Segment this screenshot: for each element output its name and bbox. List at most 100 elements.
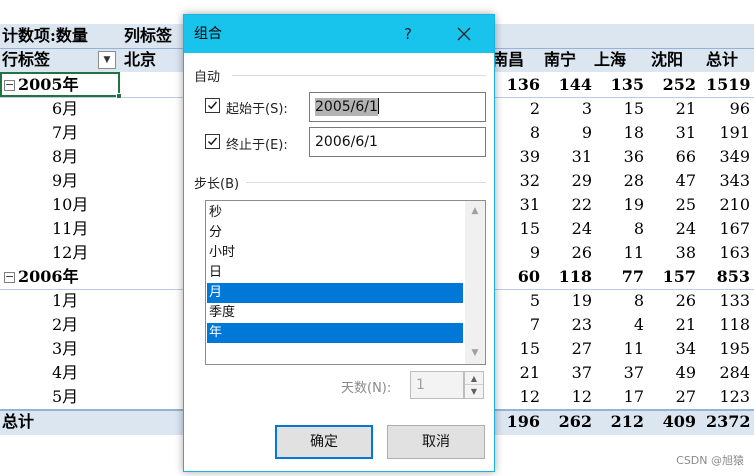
listbox-scrollbar[interactable]: ▲ ▼ <box>465 201 485 364</box>
dialog-title: 组合 <box>194 26 222 42</box>
cancel-button[interactable]: 取消 <box>387 425 485 459</box>
month-label: 9月 <box>52 171 79 190</box>
step-option[interactable]: 日 <box>207 263 463 283</box>
month-value: 66 <box>675 147 696 166</box>
start-input[interactable]: 2005/6/1 <box>309 92 486 122</box>
month-value: 26 <box>571 243 592 262</box>
month-value: 96 <box>729 99 750 118</box>
month-value: 12 <box>519 387 540 406</box>
month-value: 27 <box>675 387 696 406</box>
city-header: 南昌 <box>492 50 525 69</box>
year-total-value: 77 <box>621 267 644 286</box>
ok-button[interactable]: 确定 <box>275 425 373 459</box>
month-value: 12 <box>571 387 592 406</box>
month-label: 12月 <box>52 243 89 262</box>
year-total-value: 144 <box>558 75 592 94</box>
step-option[interactable]: 分 <box>207 223 463 243</box>
grand-total-value: 212 <box>610 412 644 431</box>
month-value: 5 <box>529 291 540 310</box>
text-caret <box>377 98 379 114</box>
month-value: 38 <box>675 243 696 262</box>
year-total-value: 1519 <box>706 75 751 94</box>
month-value: 18 <box>623 123 644 142</box>
scroll-up-icon[interactable]: ▲ <box>469 206 481 216</box>
month-value: 23 <box>571 315 592 334</box>
month-value: 34 <box>675 339 696 358</box>
month-value: 11 <box>623 339 644 358</box>
collapse-minus-icon[interactable]: − <box>4 271 15 283</box>
month-value: 28 <box>623 171 644 190</box>
month-value: 8 <box>633 291 644 310</box>
fill-handle[interactable] <box>116 93 122 99</box>
spin-down-icon[interactable]: ▼ <box>465 385 483 398</box>
month-value: 21 <box>519 363 540 382</box>
month-value: 11 <box>623 243 644 262</box>
month-value: 343 <box>719 171 750 190</box>
year-total-value: 136 <box>506 75 540 94</box>
month-value: 17 <box>623 387 644 406</box>
auto-section-divider <box>232 75 486 76</box>
year-total-value: 135 <box>610 75 644 94</box>
grand-total-value: 262 <box>558 412 592 431</box>
city-header: 沈阳 <box>651 50 684 69</box>
month-value: 19 <box>623 195 644 214</box>
step-option[interactable]: 小时 <box>207 243 463 263</box>
grand-total-label: 总计 <box>2 412 35 431</box>
scroll-down-icon[interactable]: ▼ <box>469 348 481 358</box>
auto-section-label: 自动 <box>194 70 221 85</box>
month-value: 29 <box>571 171 592 190</box>
year-total-value: 118 <box>558 267 592 286</box>
year-label: 2006年 <box>18 267 79 286</box>
step-section-divider <box>246 182 486 183</box>
column-labels-header[interactable]: 列标签 <box>124 24 172 48</box>
step-option[interactable]: 季度 <box>207 303 463 323</box>
active-cell-selection <box>0 72 120 97</box>
step-option[interactable]: 月 <box>207 283 463 303</box>
month-label: 2月 <box>52 315 79 334</box>
row-filter-dropdown-icon[interactable]: ▼ <box>98 51 116 69</box>
row-labels-header[interactable]: 行标签 <box>2 48 50 72</box>
end-value: 2006/6/1 <box>315 134 378 150</box>
month-value: 349 <box>719 147 750 166</box>
month-value: 7 <box>529 315 540 334</box>
city-header-total: 总计 <box>706 50 739 69</box>
dialog-titlebar[interactable]: 组合 ? <box>184 15 494 53</box>
month-value: 36 <box>623 147 644 166</box>
month-value: 210 <box>719 195 750 214</box>
year-total-value: 853 <box>716 267 750 286</box>
step-section-label: 步长(B) <box>194 177 240 192</box>
help-button[interactable]: ? <box>388 15 428 53</box>
month-value: 8 <box>633 219 644 238</box>
month-value: 195 <box>719 339 750 358</box>
step-option[interactable]: 秒 <box>207 203 463 223</box>
start-value: 2005/6/1 <box>315 98 378 116</box>
step-option[interactable]: 年 <box>207 323 463 343</box>
month-value: 24 <box>571 219 592 238</box>
month-value: 21 <box>675 99 696 118</box>
days-spinner[interactable]: ▲ ▼ <box>464 371 484 399</box>
spin-up-icon[interactable]: ▲ <box>465 372 483 385</box>
grand-total-value: 196 <box>506 412 540 431</box>
month-value: 123 <box>719 387 750 406</box>
days-input[interactable]: 1 <box>410 371 464 399</box>
end-checkbox[interactable] <box>205 134 220 149</box>
month-value: 191 <box>719 123 750 142</box>
month-value: 9 <box>581 123 592 142</box>
close-icon <box>457 27 471 41</box>
step-listbox[interactable]: 秒分小时日月季度年 ▲ ▼ <box>205 200 486 365</box>
grand-total-value: 2372 <box>706 412 751 431</box>
month-value: 26 <box>675 291 696 310</box>
month-label: 6月 <box>52 99 79 118</box>
month-label: 1月 <box>52 291 79 310</box>
month-value: 37 <box>623 363 644 382</box>
month-label: 5月 <box>52 387 79 406</box>
month-value: 27 <box>571 339 592 358</box>
end-input[interactable]: 2006/6/1 <box>309 127 486 157</box>
month-value: 163 <box>719 243 750 262</box>
month-label: 11月 <box>52 219 89 238</box>
close-button[interactable] <box>442 15 486 53</box>
watermark: CSDN @旭猿 <box>676 454 744 467</box>
month-value: 39 <box>519 147 540 166</box>
start-checkbox[interactable] <box>205 98 220 113</box>
month-label: 7月 <box>52 123 79 142</box>
